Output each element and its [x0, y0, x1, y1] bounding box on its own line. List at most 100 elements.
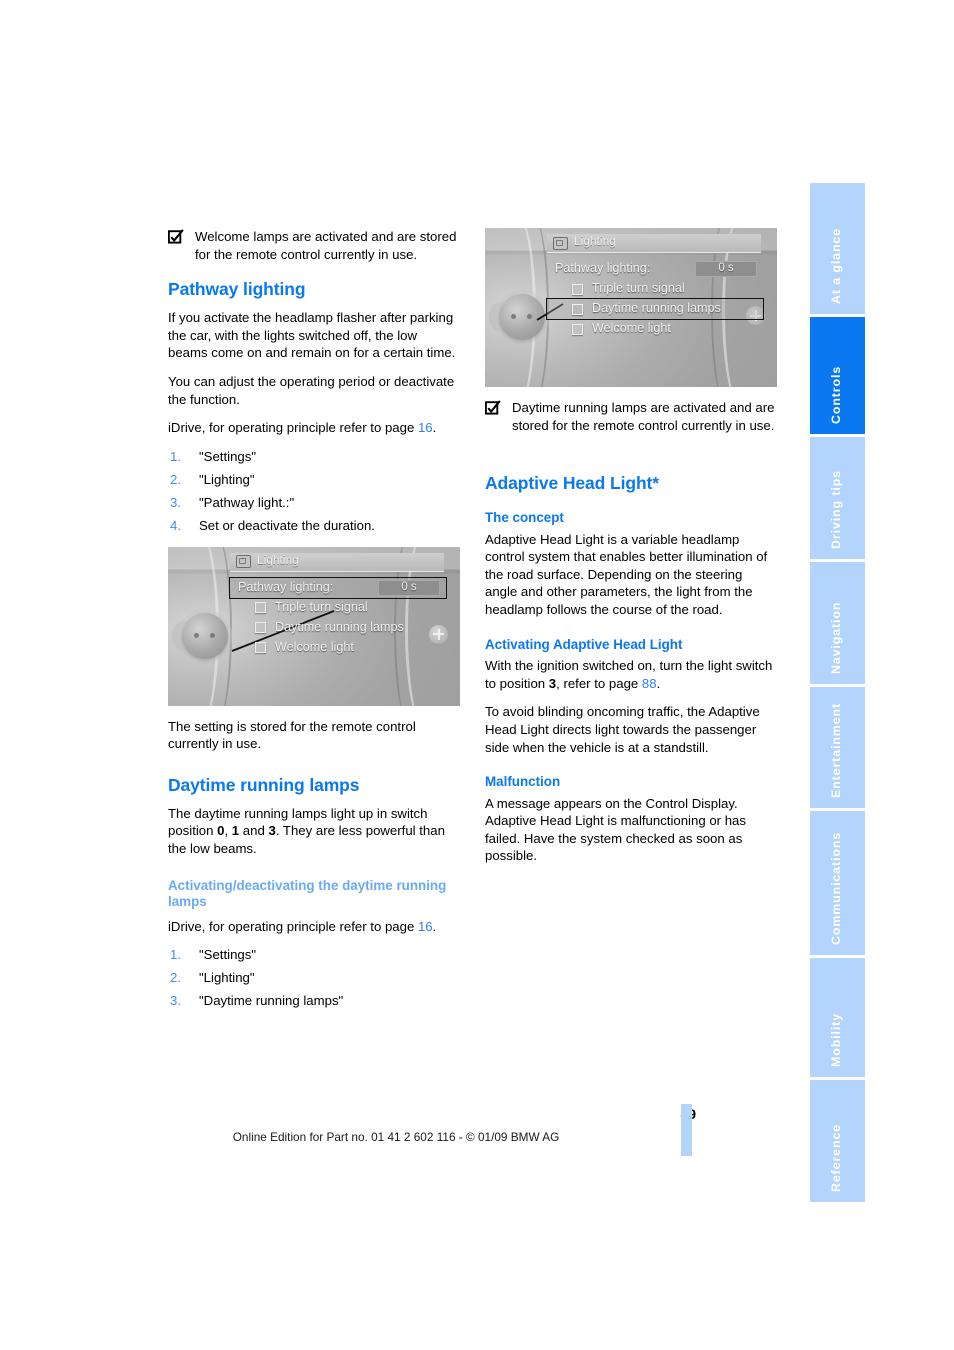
checkbox-icon[interactable]: [255, 602, 266, 614]
heading-adaptive-head-light: Adaptive Head Light*: [485, 473, 659, 494]
list-item: 1. "Settings": [168, 448, 460, 466]
idrive-screenshot-drl: Lighting Pathway lighting: 0 s Triple tu…: [485, 228, 777, 387]
step-text: "Settings": [199, 947, 257, 963]
sidebar-item-label: Mobility: [829, 1012, 843, 1067]
menu-item-pathway-lighting[interactable]: Pathway lighting: 0 s: [229, 576, 447, 599]
menu-item-welcome-light[interactable]: Welcome light: [547, 319, 763, 339]
chapter-index-tabs: At a glance Controls Driving tips Naviga…: [810, 183, 865, 1202]
list-item: 3. "Daytime running lamps": [168, 992, 460, 1010]
list-item: 3. "Pathway light.:": [168, 494, 460, 512]
activating-paragraph-2: To avoid blinding oncoming traffic, the …: [485, 704, 760, 755]
step-number: 1.: [170, 947, 181, 963]
step-number: 2.: [170, 471, 181, 487]
pathway-steps-list: 1. "Settings" 2. "Lighting" 3. "Pathway lig…: [168, 448, 460, 535]
activating-paragraph-1: With the ignition switched on, turn the …: [485, 657, 777, 692]
switch-position-3: 3: [268, 823, 276, 839]
idrive-ref-prefix: iDrive, for operating principle refer to…: [168, 918, 418, 934]
malfunction-paragraph: A message appears on the Control Display…: [485, 795, 746, 864]
page-link-88[interactable]: 88: [642, 676, 657, 691]
menu-item-label: Welcome light: [592, 321, 671, 336]
activating-text-d: .: [656, 675, 661, 691]
idrive-ref-suffix: .: [432, 918, 437, 934]
heading-activating-adaptive-head-light: Activating Adaptive Head Light: [485, 636, 683, 652]
idrive-ref-prefix: iDrive, for operating principle refer to…: [168, 420, 418, 436]
heading-the-concept: The concept: [485, 510, 564, 526]
checkbox-icon[interactable]: [572, 303, 583, 315]
step-number: 3.: [170, 494, 181, 510]
sidebar-item-label: Controls: [829, 365, 843, 424]
drl-text-d: and: [239, 823, 269, 839]
drl-paragraph-1: The daytime running lamps light up in sw…: [168, 805, 460, 858]
menu-item-daytime-running-lamps[interactable]: Daytime running lamps: [546, 298, 764, 320]
gear-icon: [553, 236, 568, 250]
sidebar-item-label: At a glance: [829, 227, 843, 304]
pathway-paragraph-2: You can adjust the operating period or d…: [168, 373, 455, 407]
sidebar-item-communications[interactable]: Communications: [810, 811, 865, 958]
left-column: Welcome lamps are activated and are stor…: [168, 228, 460, 1015]
screen-titlebar: Lighting: [230, 552, 444, 572]
screen-titlebar: Lighting: [547, 234, 761, 253]
idrive-screenshot-pathway: Lighting Pathway lighting: 0 s Triple tu…: [168, 546, 460, 706]
menu-item-pathway-lighting[interactable]: Pathway lighting: 0 s: [547, 259, 763, 279]
list-item: 2. "Lighting": [168, 969, 460, 987]
sidebar-item-navigation[interactable]: Navigation: [810, 562, 865, 687]
checkbox-icon[interactable]: [572, 283, 583, 295]
screen-menu: Pathway lighting: 0 s Triple turn signal…: [229, 576, 447, 658]
step-text: "Settings": [199, 448, 257, 464]
drl-text-c: ,: [224, 823, 232, 839]
step-number: 3.: [170, 993, 181, 1009]
menu-item-triple-turn-signal[interactable]: Triple turn signal: [547, 279, 763, 299]
menu-item-triple-turn-signal[interactable]: Triple turn signal: [230, 598, 446, 618]
check-square-icon: [485, 400, 501, 415]
list-item: 2. "Lighting": [168, 471, 460, 489]
screen-title: Lighting: [574, 236, 616, 249]
activating-text-c: , refer to page: [556, 675, 642, 691]
menu-item-label: Triple turn signal: [592, 281, 685, 296]
step-text: "Lighting": [199, 970, 255, 986]
idrive-controller-knob: [499, 294, 545, 340]
sidebar-item-label: Entertainment: [829, 702, 843, 798]
note-daytime-running-lamps: Daytime running lamps are activated and …: [485, 399, 777, 434]
menu-item-label: Welcome light: [275, 639, 354, 654]
step-text: "Daytime running lamps": [199, 993, 344, 1009]
sidebar-item-entertainment[interactable]: Entertainment: [810, 687, 865, 811]
menu-item-label: Daytime running lamps: [592, 301, 721, 316]
step-text: "Pathway light.:": [199, 494, 295, 510]
heading-malfunction: Malfunction: [485, 774, 561, 790]
heading-daytime-running-lamps: Daytime running lamps: [168, 774, 360, 795]
menu-item-value[interactable]: 0 s: [378, 579, 440, 596]
sidebar-item-label: Navigation: [829, 601, 843, 674]
list-item: 4. Set or deactivate the duration.: [168, 517, 460, 535]
checkbox-icon[interactable]: [255, 642, 266, 654]
menu-item-label: Daytime running lamps: [275, 619, 404, 634]
menu-item-label: Pathway lighting:: [555, 261, 651, 276]
pathway-paragraph-1: If you activate the headlamp flasher aft…: [168, 310, 456, 361]
list-item: 1. "Settings": [168, 946, 460, 964]
check-square-icon: [168, 229, 184, 244]
sidebar-item-at-a-glance[interactable]: At a glance: [810, 183, 865, 317]
setting-stored-note: The setting is stored for the remote con…: [168, 718, 416, 752]
footer-text: Online Edition for Part no. 01 41 2 602 …: [232, 1130, 560, 1144]
screen-menu: Pathway lighting: 0 s Triple turn signal…: [546, 259, 764, 339]
menu-item-value[interactable]: 0 s: [695, 261, 757, 277]
page-link-16[interactable]: 16: [418, 919, 433, 934]
heading-activating-deactivating-drl: Activating/deactivating the daytime runn…: [168, 877, 447, 910]
drl-steps-list: 1. "Settings" 2. "Lighting" 3. "Daytime run…: [168, 946, 460, 1010]
menu-item-label: Pathway lighting:: [238, 579, 334, 594]
menu-item-welcome-light[interactable]: Welcome light: [230, 638, 446, 658]
menu-item-label: Triple turn signal: [275, 599, 368, 614]
sidebar-item-driving-tips[interactable]: Driving tips: [810, 437, 865, 562]
step-number: 1.: [170, 448, 181, 464]
note-welcome-lamps-text: Welcome lamps are activated and are stor…: [195, 229, 457, 262]
sidebar-item-mobility[interactable]: Mobility: [810, 958, 865, 1080]
step-number: 4.: [170, 518, 181, 534]
checkbox-icon[interactable]: [572, 323, 583, 335]
heading-pathway-lighting: Pathway lighting: [168, 279, 306, 300]
sidebar-item-label: Driving tips: [829, 470, 843, 549]
menu-item-daytime-running-lamps[interactable]: Daytime running lamps: [230, 618, 446, 638]
checkbox-icon[interactable]: [255, 622, 266, 634]
step-text: Set or deactivate the duration.: [199, 518, 375, 534]
right-column: Lighting Pathway lighting: 0 s Triple tu…: [485, 228, 777, 876]
page-link-16[interactable]: 16: [418, 420, 433, 435]
sidebar-item-controls[interactable]: Controls: [810, 317, 865, 437]
